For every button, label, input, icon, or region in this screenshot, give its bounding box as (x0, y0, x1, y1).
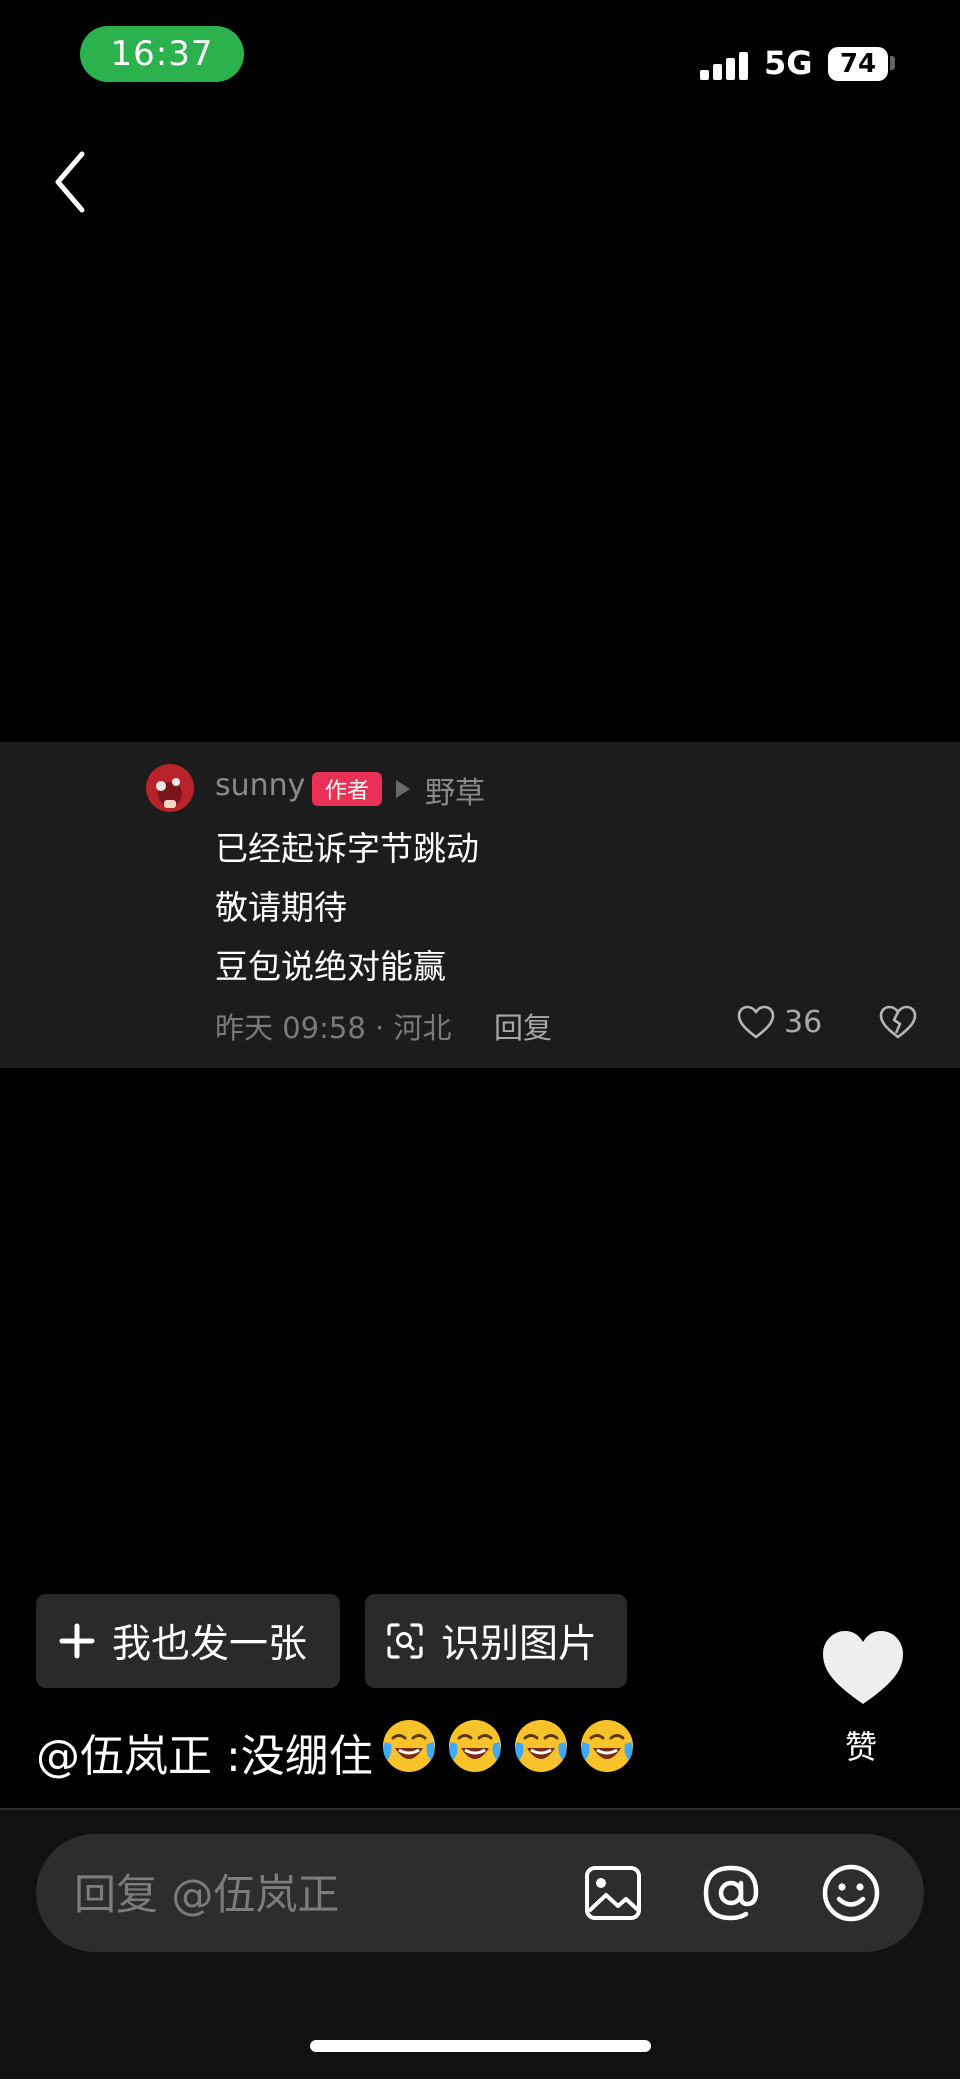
cellular-signal-icon (700, 46, 752, 80)
at-icon[interactable] (700, 1862, 762, 1924)
plus-icon (59, 1623, 95, 1659)
post-caption: @伍岚正 :没绷住 (36, 1716, 637, 1787)
comment-text-line: 敬请期待 (215, 888, 347, 927)
comment-username[interactable]: sunny (215, 768, 305, 803)
recognize-image-button[interactable]: 识别图片 (365, 1594, 627, 1688)
laugh-cry-emoji (382, 1720, 435, 1772)
post-image-label: 我也发一张 (112, 1622, 308, 1667)
reply-arrow-icon (396, 780, 410, 798)
comment-time-location: 昨天 09:58 · 河北 (215, 1011, 452, 1045)
author-badge: 作者 (312, 772, 382, 806)
recognize-image-label: 识别图片 (441, 1622, 598, 1667)
image-icon[interactable] (582, 1862, 644, 1924)
caption-text: @伍岚正 :没绷住 (36, 1730, 373, 1782)
heart-outline-icon[interactable] (736, 1003, 776, 1043)
emoji-row (373, 1716, 637, 1787)
battery-icon: 74 (828, 47, 888, 81)
network-type: 5G (764, 44, 813, 82)
comment-like-count: 36 (784, 1005, 823, 1040)
laugh-cry-emoji (514, 1720, 567, 1772)
comment-reply-button[interactable]: 回复 (494, 1005, 552, 1047)
scan-image-icon (387, 1623, 423, 1659)
broken-heart-icon[interactable] (878, 1003, 918, 1043)
status-time-pill: 16:37 (80, 26, 244, 82)
reply-target-username[interactable]: 野草 (425, 768, 485, 812)
post-image-button[interactable]: 我也发一张 (36, 1594, 340, 1688)
like-label: 赞 (845, 1728, 878, 1766)
home-indicator (310, 2040, 651, 2052)
laugh-cry-emoji (448, 1720, 501, 1772)
comment-text-line: 已经起诉字节跳动 (215, 829, 479, 868)
battery-tip (890, 56, 895, 70)
status-time: 16:37 (110, 34, 214, 74)
reply-input[interactable] (74, 1868, 554, 1920)
comment-text-line: 豆包说绝对能赢 (215, 947, 446, 986)
heart-filled-icon[interactable] (820, 1628, 906, 1708)
back-chevron-icon[interactable] (44, 146, 104, 218)
battery-level: 74 (839, 49, 877, 79)
laugh-cry-emoji (580, 1720, 633, 1772)
avatar[interactable] (146, 764, 194, 812)
emoji-smile-icon[interactable] (820, 1862, 882, 1924)
